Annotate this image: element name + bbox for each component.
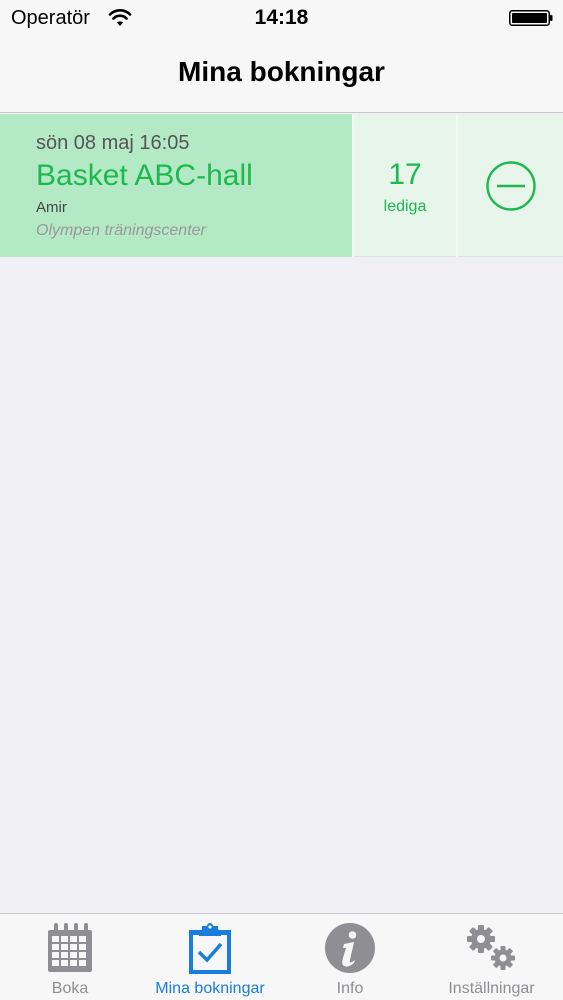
calendar-icon	[48, 923, 92, 972]
cancel-booking-button[interactable]	[458, 114, 563, 257]
tab-info[interactable]: Info	[280, 914, 420, 1000]
navigation-bar: Mina bokningar	[0, 40, 563, 113]
status-bar: Operatör 14:18	[0, 0, 563, 40]
cancel-booking-icon	[486, 161, 536, 211]
booking-activity: Basket ABC-hall	[36, 159, 253, 192]
battery-icon	[509, 10, 553, 26]
gears-icon	[467, 925, 515, 970]
spots-count: 17	[388, 158, 422, 191]
info-icon	[325, 923, 375, 973]
tab-label-mina-bokningar: Mina bokningar	[155, 980, 265, 997]
clipboard-check-icon	[189, 923, 231, 974]
booking-details[interactable]: sön 08 maj 16:05 Basket ABC-hall Amir Ol…	[0, 114, 352, 257]
tab-label-boka: Boka	[51, 980, 89, 997]
booking-datetime: sön 08 maj 16:05	[36, 132, 190, 154]
booking-center: Olympen träningscenter	[36, 222, 206, 239]
tab-label-info: Info	[336, 980, 364, 997]
page-title: Mina bokningar	[178, 56, 385, 87]
booking-row[interactable]: sön 08 maj 16:05 Basket ABC-hall Amir Ol…	[0, 114, 563, 257]
tab-label-installningar: Inställningar	[448, 980, 535, 997]
booking-person: Amir	[36, 199, 67, 216]
tab-mina-bokningar[interactable]: Mina bokningar	[140, 914, 280, 1000]
status-time: 14:18	[254, 6, 309, 29]
tab-bar: Boka Mina bokningar Info Inställningar	[0, 913, 563, 1000]
spots-label: lediga	[383, 198, 427, 215]
available-spots: 17 lediga	[352, 114, 458, 257]
tab-installningar[interactable]: Inställningar	[420, 914, 563, 1000]
tab-boka[interactable]: Boka	[0, 914, 140, 1000]
